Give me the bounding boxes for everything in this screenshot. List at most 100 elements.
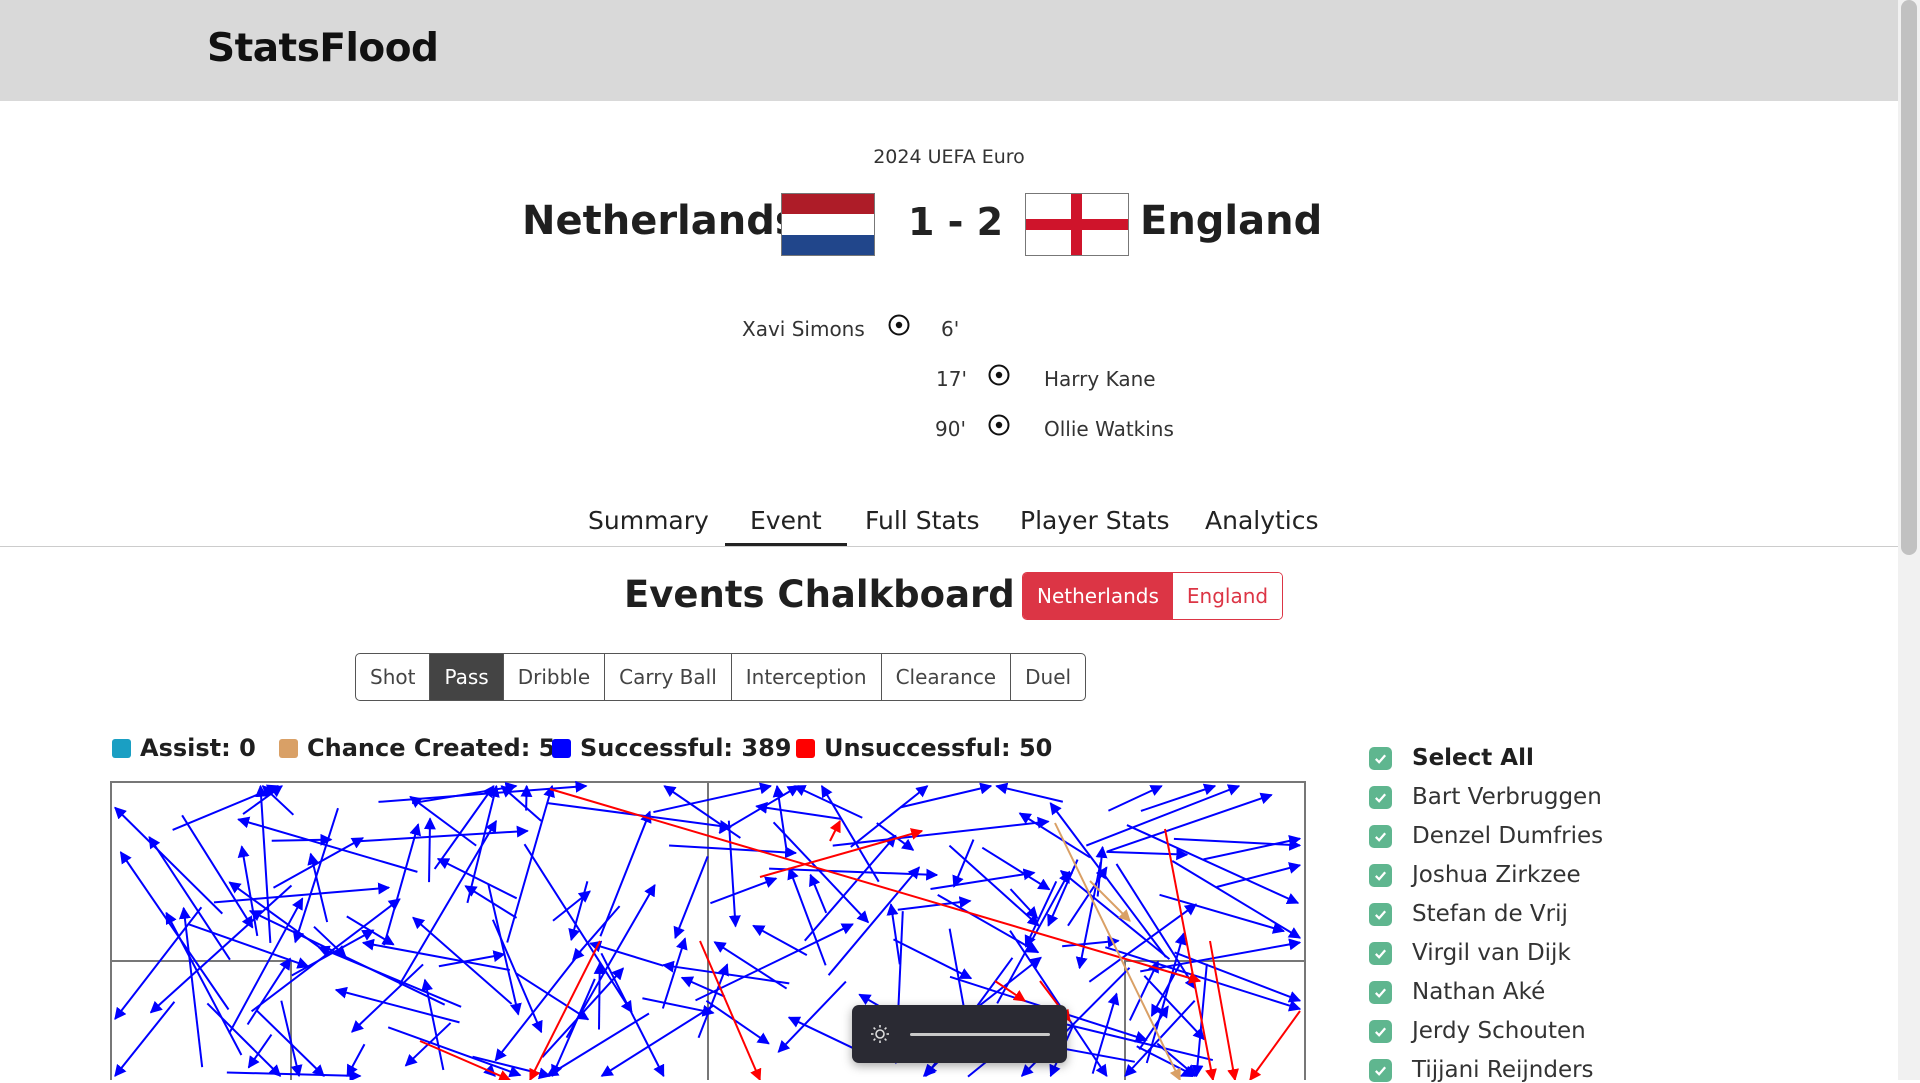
brightness-overlay[interactable] [852, 1005, 1067, 1063]
legend-swatch [112, 738, 131, 758]
pass-arrow-successful [206, 1002, 282, 1077]
pass-arrow-successful [668, 844, 798, 859]
event-type-interception[interactable]: Interception [732, 654, 882, 700]
tab-player-stats[interactable]: Player Stats [1020, 506, 1170, 543]
pass-arrow-successful [705, 999, 770, 1045]
event-type-shot[interactable]: Shot [356, 654, 431, 700]
pass-arrow-successful [1106, 848, 1189, 861]
sun-icon [871, 1025, 889, 1043]
pass-arrow-successful [1171, 859, 1302, 939]
legend-assist: Assist: 0 [112, 734, 256, 762]
pass-arrow-successful [523, 843, 633, 1014]
brand-logo[interactable]: StatsFlood [207, 26, 439, 71]
match-score: 1 - 2 [908, 200, 1004, 244]
pass-arrow-successful [165, 911, 243, 1056]
pass-arrow-successful [850, 785, 929, 848]
pass-arrow-successful [752, 924, 808, 957]
top-navbar: StatsFlood [0, 0, 1898, 101]
event-type-duel[interactable]: Duel [1011, 654, 1085, 700]
tab-event[interactable]: Event [725, 506, 847, 546]
team-toggle-netherlands[interactable]: Netherlands [1023, 573, 1173, 619]
pass-arrow-unsuccessful [549, 788, 1202, 984]
tab-full-stats[interactable]: Full Stats [865, 506, 980, 543]
player-checkbox[interactable]: Virgil van Dijk [1369, 940, 1571, 966]
event-type-dribble[interactable]: Dribble [504, 654, 606, 700]
event-type-selector: Shot Pass Dribble Carry Ball Interceptio… [355, 653, 1087, 701]
legend-swatch [552, 738, 571, 758]
goal-scorer-home: Xavi Simons [742, 317, 865, 341]
pass-arrow-successful [710, 876, 778, 905]
match-tabs: Summary Event Full Stats Player Stats An… [0, 506, 1898, 547]
pass-arrow-successful [346, 1043, 366, 1078]
event-type-carry-ball[interactable]: Carry Ball [605, 654, 732, 700]
pass-arrow-successful [572, 905, 621, 961]
tab-analytics[interactable]: Analytics [1205, 506, 1319, 543]
pass-arrow-unsuccessful [829, 819, 841, 842]
pass-arrow-successful [718, 785, 800, 834]
pass-arrow-successful [673, 856, 709, 940]
pass-arrow-successful [809, 873, 828, 914]
player-checkbox[interactable]: Jerdy Schouten [1369, 1018, 1586, 1044]
soccer-ball-icon [988, 364, 1010, 386]
goal-scorer-away: Ollie Watkins [1044, 417, 1174, 441]
check-icon [1369, 863, 1392, 887]
pass-arrow-successful [777, 980, 847, 1053]
pass-arrow-successful [421, 978, 445, 1071]
tab-summary[interactable]: Summary [588, 506, 709, 543]
pass-arrow-successful [663, 785, 741, 839]
player-checkbox[interactable]: Denzel Dumfries [1369, 823, 1603, 849]
pass-arrow-successful [593, 961, 606, 1030]
pass-arrow-successful [952, 839, 975, 888]
pass-arrow-successful [948, 844, 1040, 927]
player-checkbox[interactable]: Nathan Aké [1369, 979, 1545, 1005]
pass-arrow-successful [1126, 824, 1300, 905]
pass-arrow-successful [272, 837, 364, 889]
check-icon [1369, 980, 1392, 1004]
player-checkbox[interactable]: Joshua Zirkzee [1369, 862, 1581, 888]
pass-arrow-successful [387, 1026, 522, 1078]
brightness-slider[interactable] [910, 1033, 1050, 1036]
pass-arrow-successful [1018, 812, 1091, 859]
player-checkbox[interactable]: Stefan de Vrij [1369, 901, 1568, 927]
pass-arrow-successful [755, 801, 843, 820]
soccer-ball-icon [888, 314, 910, 336]
pass-arrow-successful [148, 836, 231, 961]
pass-arrow-successful [695, 923, 854, 1002]
pass-arrow-successful [787, 867, 827, 966]
pass-arrow-successful [642, 997, 715, 1017]
check-icon [1369, 902, 1392, 926]
pass-arrow-successful [886, 903, 901, 965]
pass-arrow-successful [827, 866, 920, 976]
scrollbar-thumb[interactable] [1901, 0, 1917, 555]
pass-arrow-successful [378, 781, 588, 803]
pass-arrow-successful [727, 820, 741, 928]
netherlands-flag-icon [781, 193, 875, 256]
pitch-chalkboard [110, 781, 1306, 1080]
player-checkbox[interactable]: Tijjani Reijnders [1369, 1057, 1594, 1083]
event-type-clearance[interactable]: Clearance [882, 654, 1012, 700]
legend-chance-created: Chance Created: 5 [279, 734, 555, 762]
section-title: Events Chalkboard [624, 573, 1015, 616]
pass-arrow-successful [1140, 938, 1302, 973]
pass-arrow-unsuccessful [1249, 1010, 1301, 1080]
pass-arrow-successful [334, 986, 460, 1024]
pass-arrow-unsuccessful [529, 940, 601, 1080]
team-toggle-england[interactable]: England [1172, 573, 1283, 619]
select-all-checkbox[interactable]: Select All [1369, 745, 1534, 771]
player-checkbox[interactable]: Bart Verbruggen [1369, 784, 1602, 810]
event-type-pass[interactable]: Pass [430, 654, 504, 700]
goal-scorer-away: Harry Kane [1044, 367, 1156, 391]
pass-arrow-successful [114, 806, 224, 915]
home-team-name: Netherlands [522, 198, 799, 244]
pass-arrow-successful [351, 963, 424, 1033]
pass-arrow-successful [1085, 784, 1241, 847]
page-scrollbar[interactable] [1898, 0, 1920, 1080]
goal-minute-away: 17' [936, 367, 967, 391]
pass-arrow-successful [398, 820, 498, 986]
pass-arrow-successful [1216, 862, 1302, 888]
pass-arrow-successful [423, 817, 436, 883]
check-icon [1369, 785, 1392, 809]
pass-arrow-unsuccessful [1164, 828, 1217, 1080]
legend-swatch [279, 738, 298, 758]
pass-arrow-successful [178, 906, 204, 1068]
